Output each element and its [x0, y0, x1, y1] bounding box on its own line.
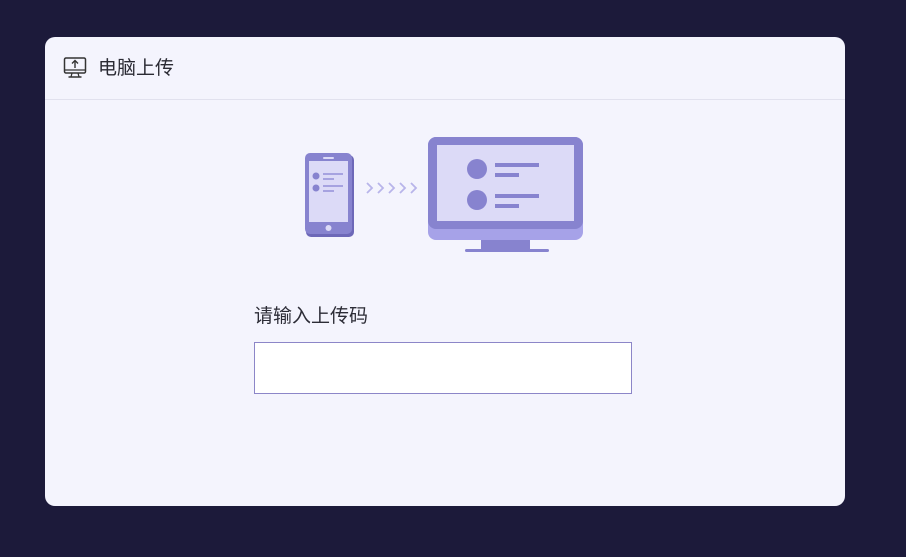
- dialog-title: 电脑上传: [98, 57, 175, 79]
- transfer-arrows-icon: [366, 182, 418, 194]
- monitor-icon: [428, 137, 583, 252]
- phone-icon: [305, 153, 354, 237]
- upload-illustration: [302, 133, 588, 259]
- upload-code-label: 请输入上传码: [254, 305, 369, 327]
- computer-upload-icon: [63, 56, 87, 80]
- dialog-header: 电脑上传: [45, 37, 845, 100]
- upload-code-input[interactable]: [254, 342, 632, 394]
- upload-dialog: 电脑上传 请输入上传码: [45, 37, 845, 506]
